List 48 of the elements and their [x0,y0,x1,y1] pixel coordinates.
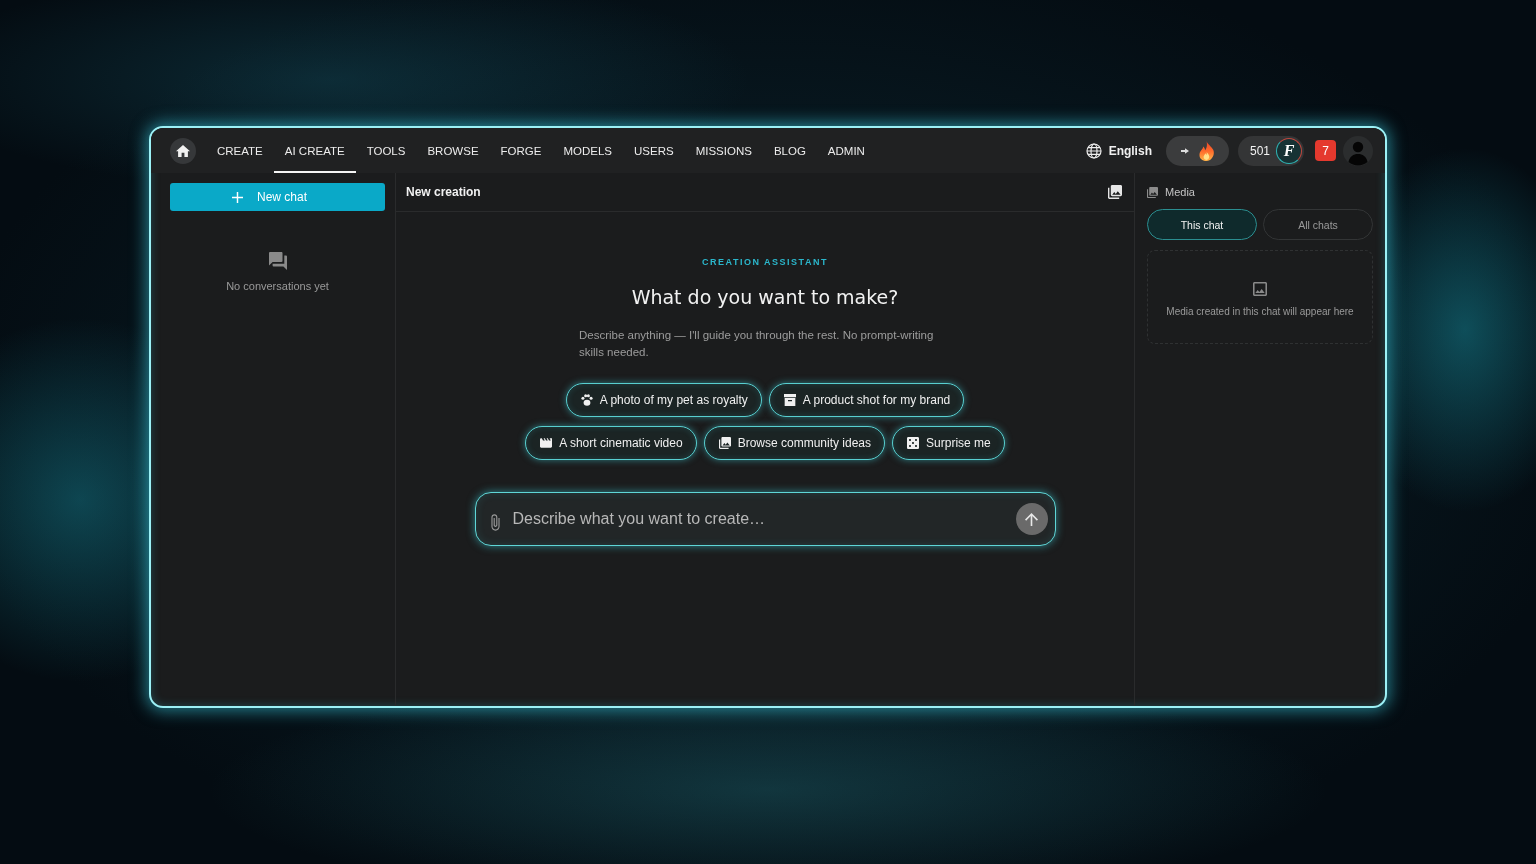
nav-tab[interactable]: BLOG [762,128,817,173]
currency-badge: F [1276,137,1302,164]
arrow-right-icon [1180,147,1189,154]
nav-tab[interactable]: CREATE [206,128,274,173]
prompt-input[interactable]: Describe what you want to create… [512,510,1016,528]
flame-icon [1198,140,1214,161]
credits-button[interactable]: 501 F [1237,135,1304,166]
notification-badge[interactable]: 7 [1315,140,1336,161]
suggestion-chip[interactable]: Browse community ideas [703,426,886,460]
media-title: Media [1165,186,1195,198]
main-heading: What do you want to make? [631,285,899,310]
suggestion-chip[interactable]: A product shot for my brand [768,383,965,417]
suggestion-chip[interactable]: A photo of my pet as royalty [565,383,762,417]
globe-icon [1085,142,1102,159]
paperclip-icon[interactable] [490,513,500,531]
plus-icon [232,191,243,203]
nav-tab[interactable]: MISSIONS [684,128,763,173]
streak-button[interactable] [1165,135,1229,166]
description-text: Describe anything — I'll guide you through the rest. No prompt-writing skills needed. [579,328,935,360]
suggestion-chip[interactable]: Surprise me [892,426,1005,460]
clapperboard-icon [540,437,553,449]
media-tab[interactable]: This chat [1147,209,1257,240]
arrow-up-icon [1025,512,1038,526]
nav-tab[interactable]: USERS [623,128,685,173]
image-stack-icon[interactable] [1108,185,1122,199]
suggestion-chip[interactable]: A short cinematic video [525,426,697,460]
dice-icon [907,437,920,449]
box-icon [783,394,796,406]
paw-icon [580,394,593,406]
home-button[interactable] [170,137,196,164]
nav-tab[interactable]: ADMIN [816,128,876,173]
nav-tab[interactable]: FORGE [489,128,553,173]
image-icon [1253,281,1267,296]
send-button[interactable] [1015,503,1048,535]
nav-tab[interactable]: TOOLS [355,128,417,173]
image-stack-icon [718,437,731,449]
nav-tab[interactable]: MODELS [552,128,624,173]
nav-tab[interactable]: BROWSE [416,128,490,173]
chat-title: New creation [406,185,481,199]
eyebrow-label: CREATION ASSISTANT [702,256,828,268]
prompt-field[interactable]: Describe what you want to create… [474,492,1056,546]
home-icon [176,144,190,157]
nav-tab[interactable]: AI CREATE [273,128,356,173]
media-empty-text: Media created in this chat will appear here [1166,305,1354,317]
language-selector[interactable]: English [1085,135,1152,166]
empty-conversations-text: No conversations yet [226,280,329,292]
image-stack-icon [1147,186,1158,198]
chat-bubbles-icon [268,252,287,270]
